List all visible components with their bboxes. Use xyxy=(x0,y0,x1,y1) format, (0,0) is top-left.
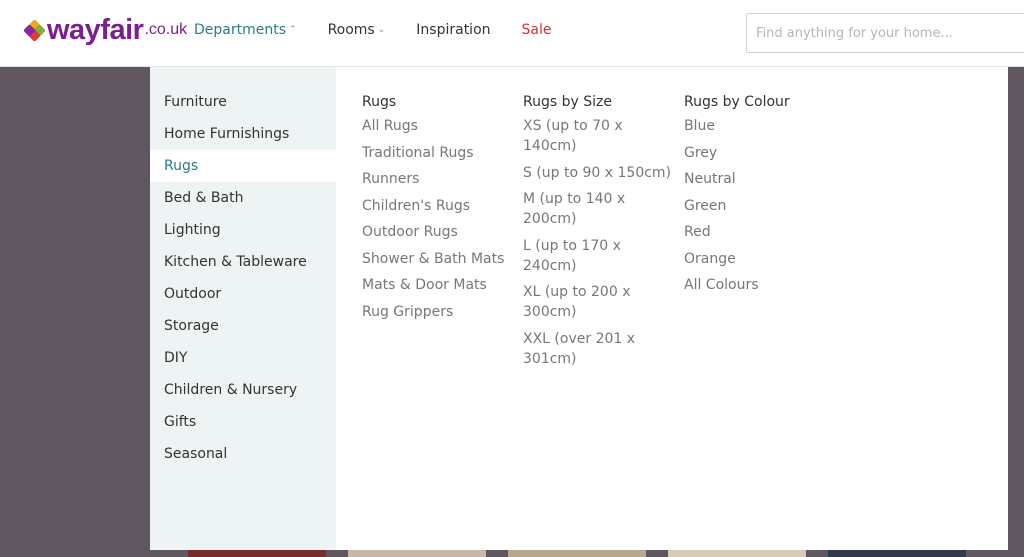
chevron-down-icon: ⌄ xyxy=(377,25,386,35)
nav-departments-label: Departments xyxy=(194,22,287,38)
department-item-gifts[interactable]: Gifts xyxy=(150,406,336,438)
category-link[interactable]: L (up to 170 x 240cm) xyxy=(523,236,676,276)
category-column: Rugs by Colour Blue Grey Neutral Green Red Ora… xyxy=(684,94,845,550)
category-link[interactable]: Outdoor Rugs xyxy=(362,222,515,242)
category-column: Rugs All Rugs Traditional Rugs Runners Child… xyxy=(362,94,523,550)
category-link[interactable]: XXL (over 201 x 301cm) xyxy=(523,329,676,369)
department-item-seasonal[interactable]: Seasonal xyxy=(150,438,336,470)
category-link[interactable]: Runners xyxy=(362,169,515,189)
category-link[interactable]: Green xyxy=(684,196,837,216)
nav-departments[interactable]: Departments ⌃ xyxy=(194,22,297,38)
department-item-lighting[interactable]: Lighting xyxy=(150,214,336,246)
column-heading[interactable]: Rugs by Colour xyxy=(684,94,837,110)
department-list: Furniture Home Furnishings Rugs Bed & Bath L… xyxy=(150,67,336,550)
wayfair-logo-icon xyxy=(23,19,46,42)
search-input[interactable] xyxy=(746,13,1024,53)
department-item-furniture[interactable]: Furniture xyxy=(150,86,336,118)
category-column: Rugs by Size XS (up to 70 x 140cm) S (up t… xyxy=(523,94,684,550)
nav-rooms-label: Rooms xyxy=(327,22,375,38)
column-heading[interactable]: Rugs by Size xyxy=(523,94,676,110)
main-nav: Departments ⌃ Rooms ⌄ Inspiration Sale xyxy=(194,22,582,38)
category-link[interactable]: All Colours xyxy=(684,275,837,295)
category-link[interactable]: S (up to 90 x 150cm) xyxy=(523,163,676,183)
department-item-kitchen-tableware[interactable]: Kitchen & Tableware xyxy=(150,246,336,278)
department-item-rugs[interactable]: Rugs xyxy=(150,150,336,182)
logo-suffix: .co.uk xyxy=(144,21,188,38)
category-link[interactable]: Orange xyxy=(684,249,837,269)
department-item-children-nursery[interactable]: Children & Nursery xyxy=(150,374,336,406)
nav-inspiration-label: Inspiration xyxy=(416,22,491,38)
category-link[interactable]: Grey xyxy=(684,143,837,163)
site-header: wayfair .co.uk Departments ⌃ Rooms ⌄ Ins… xyxy=(0,0,1024,67)
nav-sale-label: Sale xyxy=(521,22,552,38)
wayfair-logo[interactable]: wayfair .co.uk xyxy=(23,14,187,46)
category-link[interactable]: All Rugs xyxy=(362,116,515,136)
nav-sale[interactable]: Sale xyxy=(522,22,552,38)
chevron-up-icon: ⌃ xyxy=(289,25,297,35)
department-item-storage[interactable]: Storage xyxy=(150,310,336,342)
category-link[interactable]: Shower & Bath Mats xyxy=(362,249,515,269)
category-link[interactable]: Traditional Rugs xyxy=(362,143,515,163)
department-item-diy[interactable]: DIY xyxy=(150,342,336,374)
category-columns: Rugs All Rugs Traditional Rugs Runners Child… xyxy=(336,67,845,550)
category-link[interactable]: M (up to 140 x 200cm) xyxy=(523,189,676,229)
category-link[interactable]: Blue xyxy=(684,116,837,136)
column-heading[interactable]: Rugs xyxy=(362,94,515,110)
department-item-bed-bath[interactable]: Bed & Bath xyxy=(150,182,336,214)
category-link[interactable]: Red xyxy=(684,222,837,242)
category-link[interactable]: XL (up to 200 x 300cm) xyxy=(523,282,676,322)
category-link[interactable]: Rug Grippers xyxy=(362,302,515,322)
category-link[interactable]: XS (up to 70 x 140cm) xyxy=(523,116,676,156)
department-item-outdoor[interactable]: Outdoor xyxy=(150,278,336,310)
nav-rooms[interactable]: Rooms ⌄ xyxy=(328,22,386,38)
departments-dropdown: Furniture Home Furnishings Rugs Bed & Bath L… xyxy=(150,67,1008,550)
logo-text: wayfair xyxy=(47,14,144,46)
category-link[interactable]: Mats & Door Mats xyxy=(362,275,515,295)
category-link[interactable]: Neutral xyxy=(684,169,837,189)
department-item-home-furnishings[interactable]: Home Furnishings xyxy=(150,118,336,150)
nav-inspiration[interactable]: Inspiration xyxy=(416,22,490,38)
category-link[interactable]: Children's Rugs xyxy=(362,196,515,216)
